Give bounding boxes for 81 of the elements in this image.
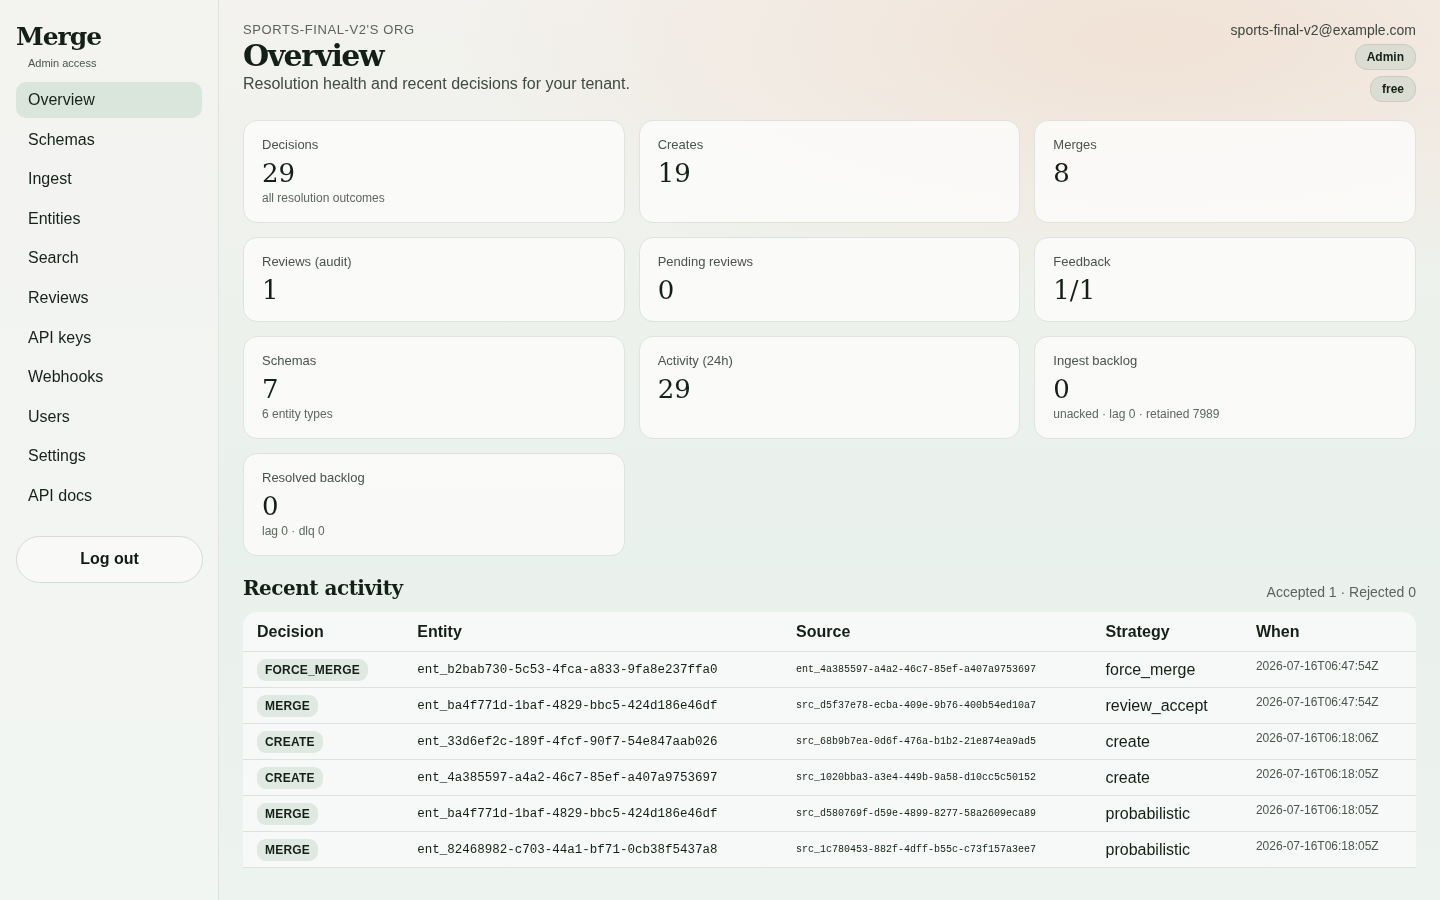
decision-tag: MERGE (257, 694, 318, 717)
stat-note: all resolution outcomes (262, 190, 386, 207)
table-cell: create (1091, 759, 1242, 796)
stat-label: Activity (24h) (657, 353, 734, 369)
column-header: Strategy (1091, 612, 1242, 652)
nav-item[interactable]: Users (16, 398, 202, 435)
stat-value: 0 (1053, 373, 1071, 405)
table-cell: ent_4a385597-a4a2-46c7-85ef-a407a9753697 (403, 759, 783, 796)
table-cell: ent_b2bab730-5c53-4fca-a833-9fa8e237ffa0 (403, 651, 783, 688)
table-cell: src_1c780453-882f-4dff-b55c-c73f157a3ee7 (782, 831, 1092, 868)
org-name: SPORTS-FINAL-V2'S ORG (243, 22, 416, 37)
table-cell: src_1020bba3-a3e4-449b-9a58-d10cc5c50152 (782, 759, 1092, 796)
review-summary: Accepted 1 · Rejected 0 (1266, 584, 1416, 600)
decision-tag: MERGE (257, 838, 318, 861)
nav-item[interactable]: Overview (16, 82, 202, 118)
stat-label: Resolved backlog (262, 470, 366, 486)
table-cell: probabilistic (1091, 795, 1242, 832)
stat-value: 29 (657, 373, 692, 405)
stat-note: 6 entity types (262, 406, 334, 423)
stat-value: 19 (657, 157, 692, 189)
nav-item[interactable]: API docs (16, 477, 202, 514)
role-badge: free (1370, 76, 1416, 102)
access-label: Admin access (28, 57, 98, 69)
nav-item[interactable]: Search (16, 240, 202, 276)
table-cell: review_accept (1091, 687, 1242, 724)
table-cell: 2026-07-16T06:47:54Z (1241, 687, 1416, 724)
nav-item[interactable]: Reviews (16, 279, 202, 316)
table-cell: probabilistic (1091, 831, 1242, 868)
stat-value: 1 (262, 274, 280, 306)
decision-tag: FORCE_MERGE (257, 658, 368, 681)
decision-tag: MERGE (257, 802, 318, 825)
nav-item[interactable]: Entities (16, 200, 202, 237)
stat-value: 0 (262, 490, 280, 522)
user-email: sports-final-v2@example.com (1230, 22, 1416, 38)
stat-label: Schemas (262, 353, 318, 369)
app-logo: Merge (16, 22, 103, 51)
stat-value: 1/1 (1053, 274, 1097, 306)
section-title: Recent activity (243, 576, 403, 600)
stat-value: 29 (262, 157, 297, 189)
decision-tag: CREATE (257, 730, 323, 753)
table-cell: src_d5f37e78-ecba-409e-9b76-400b54ed10a7 (782, 687, 1092, 724)
stat-label: Feedback (1053, 254, 1112, 270)
table-cell: create (1091, 723, 1242, 760)
table-cell: ent_ba4f771d-1baf-4829-bbc5-424d186e46df (403, 687, 783, 724)
table-cell: ent_33d6ef2c-189f-4fcf-90f7-54e847aab026 (403, 723, 783, 760)
stat-label: Merges (1053, 137, 1098, 153)
table-cell: 2026-07-16T06:18:05Z (1241, 759, 1416, 796)
stat-value: 7 (262, 373, 280, 405)
page-title: Overview (243, 37, 386, 75)
stat-label: Creates (657, 137, 705, 153)
table-cell: 2026-07-16T06:47:54Z (1241, 651, 1416, 688)
table-cell: src_d580769f-d59e-4899-8277-58a2609eca89 (782, 795, 1092, 832)
column-header: Source (782, 612, 1092, 652)
stat-value: 8 (1053, 157, 1071, 189)
table-cell: src_68b9b7ea-0d6f-476a-b1b2-21e874ea9ad5 (782, 723, 1092, 760)
column-header: Entity (403, 612, 783, 652)
decision-tag: CREATE (257, 766, 323, 789)
nav-item[interactable]: API keys (16, 319, 202, 356)
nav-item[interactable]: Schemas (16, 121, 202, 158)
table-cell: 2026-07-16T06:18:05Z (1241, 795, 1416, 832)
logout-button[interactable]: Log out (16, 535, 203, 583)
table-cell: ent_4a385597-a4a2-46c7-85ef-a407a9753697 (782, 651, 1092, 688)
stat-note: unacked · lag 0 · retained 7989 (1053, 406, 1221, 423)
nav-item[interactable]: Ingest (16, 161, 202, 197)
nav-item[interactable]: Webhooks (16, 359, 202, 395)
stat-label: Ingest backlog (1053, 353, 1139, 369)
nav-item[interactable]: Settings (16, 438, 202, 474)
table-cell: ent_82468982-c703-44a1-bf71-0cb38f5437a8 (403, 831, 783, 868)
column-header: When (1241, 612, 1416, 652)
table-cell: 2026-07-16T06:18:06Z (1241, 723, 1416, 760)
stat-label: Pending reviews (657, 254, 755, 270)
stat-label: Decisions (262, 137, 320, 153)
stat-note: lag 0 · dlq 0 (262, 523, 326, 540)
stat-label: Reviews (audit) (262, 254, 353, 270)
table-cell: ent_ba4f771d-1baf-4829-bbc5-424d186e46df (403, 795, 783, 832)
table-cell: 2026-07-16T06:18:05Z (1241, 831, 1416, 868)
stat-value: 0 (657, 274, 676, 306)
column-header: Decision (243, 612, 404, 652)
role-badge: Admin (1354, 44, 1416, 70)
page-subtitle: Resolution health and recent decisions for your tenant. (243, 75, 630, 93)
table-cell: force_merge (1091, 651, 1242, 688)
